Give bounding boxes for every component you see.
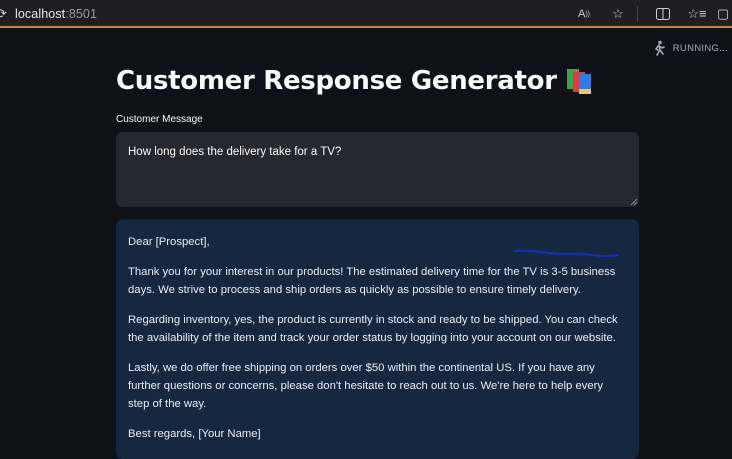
response-signoff: Best regards, [Your Name] [128,428,261,440]
split-screen-icon[interactable] [646,5,680,23]
status-text: RUNNING... [672,42,728,54]
response-paragraph: Lastly, we do offer free shipping on ord… [128,362,604,410]
input-label: Customer Message [116,114,203,125]
annotation-underline [513,249,619,257]
status-indicator: RUNNING... [651,40,728,56]
page-title: Customer Response Generator [116,66,595,96]
refresh-icon[interactable]: ⟳ [0,6,7,22]
customer-message-input[interactable]: How long does the delivery take for a TV… [116,132,639,207]
response-paragraph: Thank you for your interest in our produ… [128,266,616,296]
books-icon [565,67,595,95]
read-aloud-icon[interactable]: A)) [567,5,601,23]
toolbar-divider [637,6,638,22]
address-bar[interactable]: localhost:8501 [15,7,97,21]
url-port: :8501 [65,7,98,21]
favorites-icon[interactable]: ☆≡ [680,5,714,23]
favorite-star-icon[interactable]: ☆ [601,5,635,23]
page-title-text: Customer Response Generator [116,66,557,96]
browser-toolbar: ⟳ localhost:8501 A)) ☆ ☆≡ ▢ [0,0,732,28]
response-paragraph: Regarding inventory, yes, the product is… [128,314,618,344]
url-host: localhost [15,7,66,21]
running-man-icon [654,40,665,56]
resize-handle-icon[interactable] [630,198,638,206]
collections-icon[interactable]: ▢ [714,5,732,23]
